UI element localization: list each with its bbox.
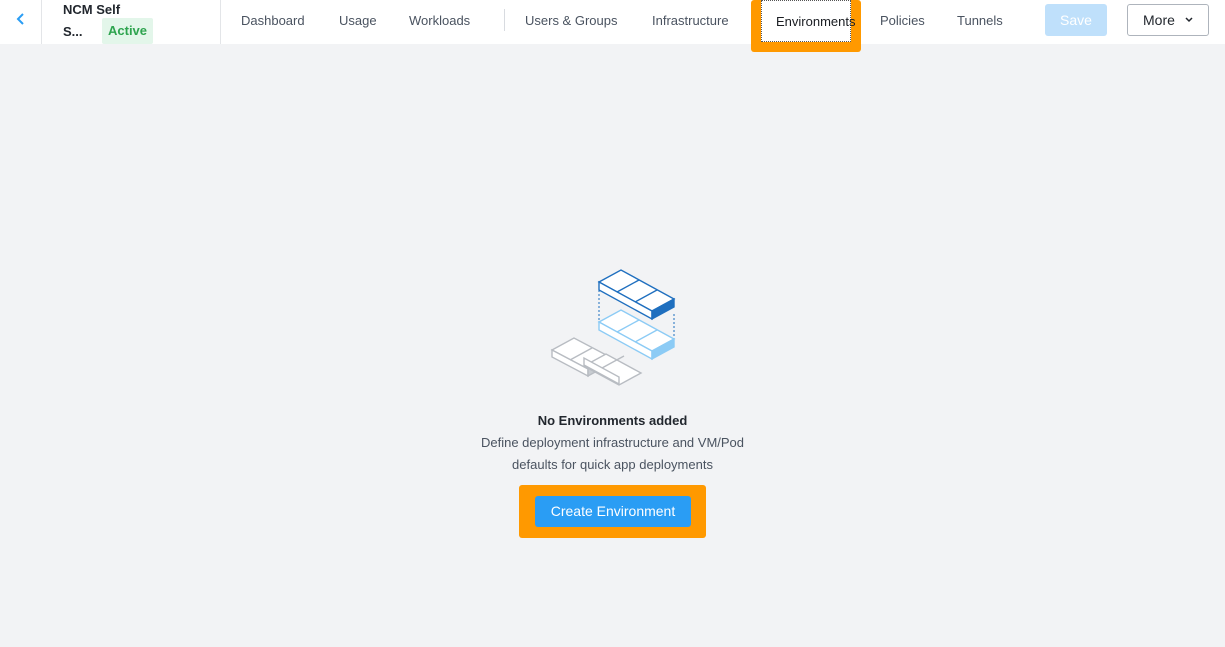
tab-environments-label: Environments [776,14,856,29]
tab-dashboard[interactable]: Dashboard [241,13,305,28]
back-button[interactable] [0,0,42,44]
top-navigation-bar: NCM Self S... Active Dashboard Usage Wor… [0,0,1225,52]
project-name: NCM Self [63,2,121,17]
empty-state-description-line2: defaults for quick app deployments [512,457,713,472]
more-dropdown-button[interactable]: More [1127,4,1209,36]
tab-workloads[interactable]: Workloads [409,13,470,28]
project-name-truncated: S... [63,24,83,39]
empty-state-title: No Environments added [537,413,688,428]
create-environment-button[interactable]: Create Environment [535,496,691,527]
environments-illustration [550,269,676,386]
more-label: More [1143,12,1175,28]
save-button[interactable]: Save [1045,4,1107,36]
tab-tunnels[interactable]: Tunnels [957,13,1003,28]
tab-policies[interactable]: Policies [880,13,925,28]
chevron-left-icon [16,13,24,25]
tab-environments[interactable]: Environments [751,0,861,52]
tab-environments-focus: Environments [761,0,855,42]
tab-infrastructure[interactable]: Infrastructure [652,13,729,28]
tab-users-groups[interactable]: Users & Groups [525,13,617,28]
status-badge: Active [102,18,154,44]
tab-usage[interactable]: Usage [339,13,377,28]
empty-state-description-line1: Define deployment infrastructure and VM/… [480,435,745,450]
create-environment-highlight: Create Environment [519,485,706,538]
tab-divider [504,9,505,31]
chevron-down-icon [1185,5,1193,45]
project-header: NCM Self S... Active [42,0,221,44]
